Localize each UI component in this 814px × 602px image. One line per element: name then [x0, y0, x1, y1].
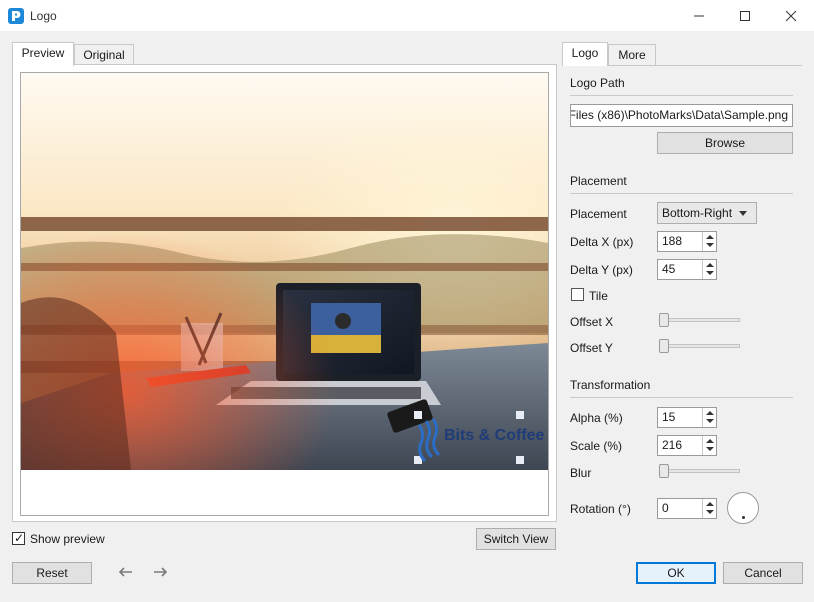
section-rule [570, 95, 793, 96]
tab-logo-label: Logo [571, 46, 599, 60]
tab-original[interactable]: Original [74, 44, 134, 66]
spin-down-icon[interactable] [706, 271, 714, 275]
section-title-transformation: Transformation [570, 378, 651, 392]
tab-original-label: Original [83, 48, 125, 62]
show-preview-label: Show preview [30, 532, 105, 546]
scale-value: 216 [662, 438, 683, 452]
section-title-placement: Placement [570, 174, 627, 188]
spin-up-icon[interactable] [706, 263, 714, 267]
scale-spinbox[interactable]: 216 [657, 435, 717, 456]
delta-x-value: 188 [662, 234, 683, 248]
tab-more-label: More [618, 48, 646, 62]
section-rule [570, 397, 793, 398]
spin-up-icon[interactable] [706, 235, 714, 239]
app-logo-icon [8, 8, 24, 24]
spin-up-icon[interactable] [706, 439, 714, 443]
window-title: Logo [30, 9, 57, 23]
tab-more[interactable]: More [608, 44, 656, 66]
tab-logo[interactable]: Logo [562, 42, 608, 66]
offset-y-label: Offset Y [570, 341, 613, 355]
show-preview-checkbox[interactable]: ✓ [12, 531, 25, 545]
undo-icon[interactable] [118, 565, 134, 581]
cancel-button[interactable]: Cancel [723, 562, 803, 584]
blur-slider-handle[interactable] [659, 464, 669, 478]
redo-icon[interactable] [152, 565, 168, 581]
delta-y-label: Delta Y (px) [570, 263, 633, 277]
rotation-dial-indicator [742, 516, 745, 519]
section-title-logo-path: Logo Path [570, 76, 625, 90]
rotation-dial[interactable] [727, 492, 759, 524]
chevron-down-icon [739, 211, 747, 216]
minimize-button[interactable] [676, 0, 722, 31]
alpha-spinbox[interactable]: 15 [657, 407, 717, 428]
delta-x-label: Delta X (px) [570, 235, 634, 249]
spin-buttons[interactable] [702, 499, 716, 518]
rotation-value: 0 [662, 501, 669, 515]
delta-y-spinbox[interactable]: 45 [657, 259, 717, 280]
spin-up-icon[interactable] [706, 411, 714, 415]
spin-buttons[interactable] [702, 408, 716, 427]
browse-button[interactable]: Browse [657, 132, 793, 154]
placement-dropdown[interactable]: Bottom-Right [657, 202, 757, 224]
rotation-label: Rotation (°) [570, 502, 631, 516]
spin-down-icon[interactable] [706, 243, 714, 247]
spin-down-icon[interactable] [706, 447, 714, 451]
offset-x-slider[interactable] [660, 318, 740, 322]
spin-buttons[interactable] [702, 232, 716, 251]
rotation-spinbox[interactable]: 0 [657, 498, 717, 519]
close-icon [785, 10, 797, 21]
check-icon: ✓ [14, 531, 25, 545]
alpha-value: 15 [662, 410, 676, 424]
blur-slider[interactable] [660, 469, 740, 473]
spin-buttons[interactable] [702, 436, 716, 455]
spin-buttons[interactable] [702, 260, 716, 279]
delta-x-spinbox[interactable]: 188 [657, 231, 717, 252]
switch-view-button[interactable]: Switch View [476, 528, 556, 550]
title-bar: Logo [0, 0, 814, 31]
logo-path-field[interactable]: C:\Program Files (x86)\PhotoMarks\Data\S… [570, 104, 793, 127]
tile-label: Tile [589, 289, 608, 303]
ok-button[interactable]: OK [636, 562, 716, 584]
watermark-text: Bits & Coffee [444, 427, 545, 444]
blur-label: Blur [570, 466, 592, 480]
section-rule [570, 193, 793, 194]
spin-up-icon[interactable] [706, 502, 714, 506]
close-button[interactable] [768, 0, 814, 31]
offset-x-label: Offset X [570, 315, 614, 329]
offset-x-slider-handle[interactable] [659, 313, 669, 327]
reset-button[interactable]: Reset [12, 562, 92, 584]
delta-y-value: 45 [662, 262, 676, 276]
tile-checkbox[interactable] [571, 288, 584, 301]
preview-image: Bits & Coffee [21, 73, 548, 470]
placement-label: Placement [570, 207, 627, 221]
offset-y-slider[interactable] [660, 344, 740, 348]
logo-path-value: C:\Program Files (x86)\PhotoMarks\Data\S… [570, 108, 788, 122]
offset-y-slider-handle[interactable] [659, 339, 669, 353]
spin-down-icon[interactable] [706, 419, 714, 423]
spin-down-icon[interactable] [706, 510, 714, 514]
maximize-button[interactable] [722, 0, 768, 31]
scale-label: Scale (%) [570, 439, 623, 453]
tab-preview-label: Preview [21, 46, 65, 60]
alpha-label: Alpha (%) [570, 411, 623, 425]
tab-preview[interactable]: Preview [12, 42, 74, 66]
placement-value: Bottom-Right [662, 206, 733, 220]
